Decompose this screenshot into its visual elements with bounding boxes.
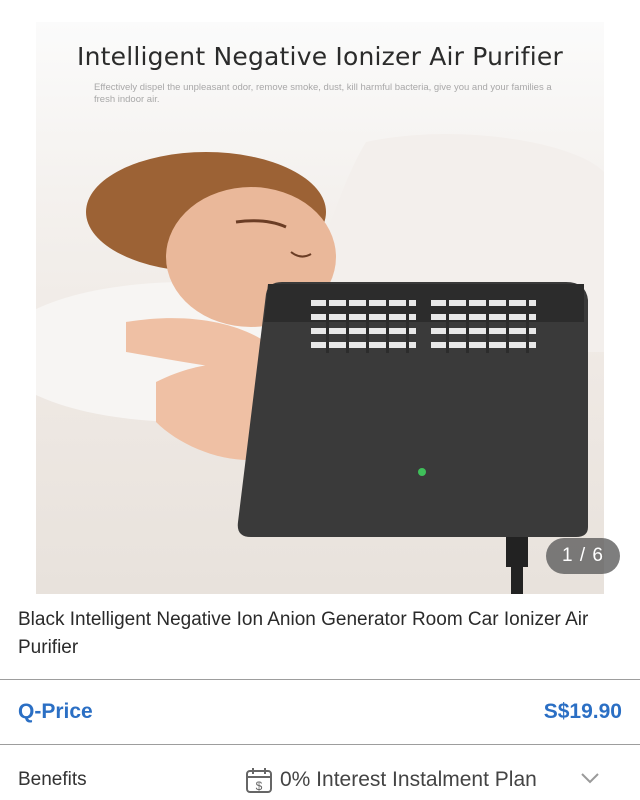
product-title: Black Intelligent Negative Ion Anion Gen… bbox=[18, 609, 589, 658]
benefits-label: Benefits bbox=[18, 769, 87, 790]
product-photo-illustration bbox=[36, 133, 604, 594]
product-photo: Intelligent Negative Ionizer Air Purifie… bbox=[36, 22, 604, 594]
svg-text:$: $ bbox=[256, 779, 263, 793]
image-subheadline: Effectively dispel the unpleasant odor, … bbox=[94, 82, 552, 105]
benefit-text: 0% Interest Instalment Plan bbox=[280, 768, 537, 791]
benefits-row[interactable]: Benefits $ 0% Interest Instalment Plan bbox=[0, 745, 640, 800]
price-label: Q-Price bbox=[18, 700, 93, 723]
benefit-value[interactable]: $ 0% Interest Instalment Plan bbox=[244, 765, 537, 795]
image-counter-badge: 1 / 6 bbox=[546, 538, 620, 574]
price-row: Q-Price S$19.90 bbox=[0, 680, 640, 744]
calendar-dollar-icon: $ bbox=[246, 768, 272, 793]
chevron-down-icon[interactable] bbox=[580, 771, 600, 785]
product-image-gallery[interactable]: Intelligent Negative Ionizer Air Purifie… bbox=[0, 0, 640, 600]
image-headline: Intelligent Negative Ionizer Air Purifie… bbox=[77, 42, 563, 71]
price-value: S$19.90 bbox=[543, 700, 622, 723]
